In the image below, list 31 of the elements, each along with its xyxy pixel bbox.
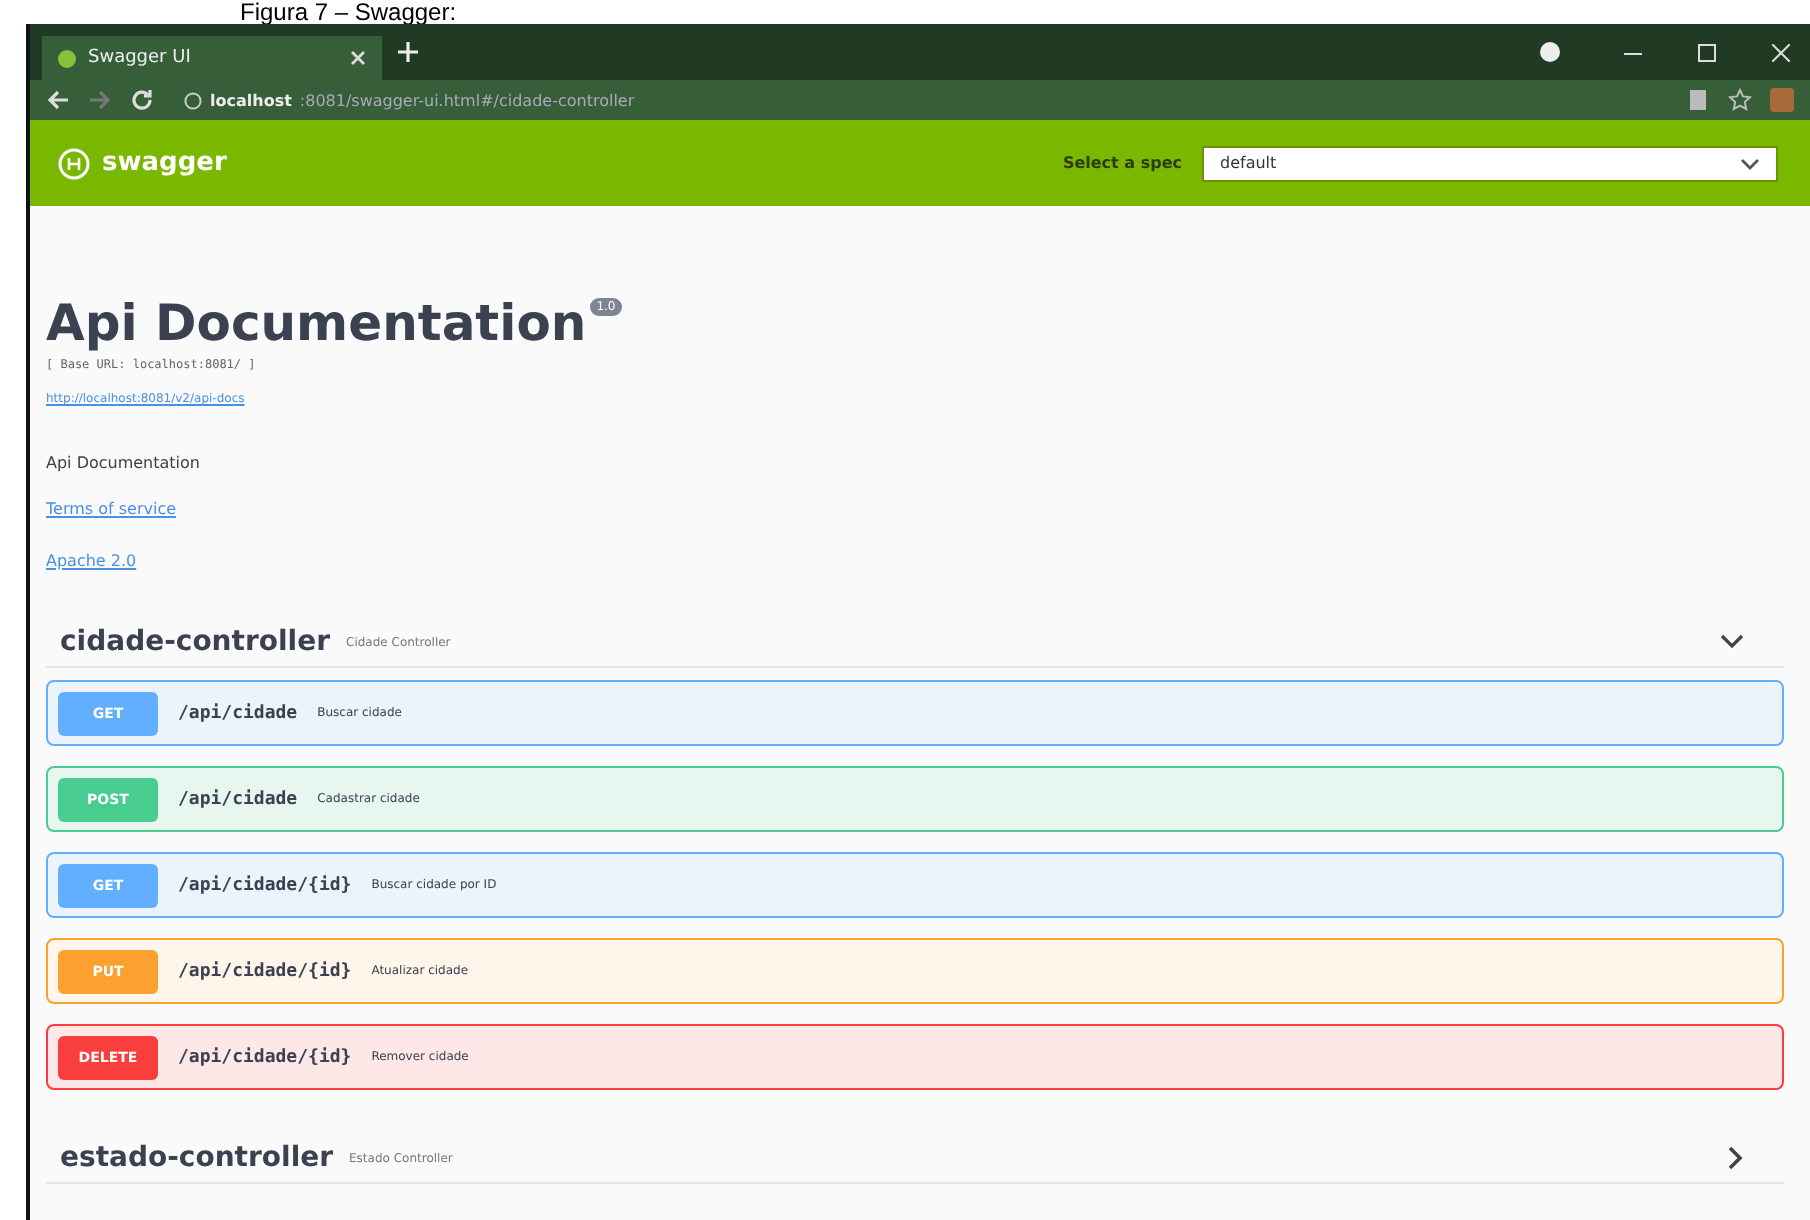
back-arrow-icon[interactable] (46, 88, 70, 112)
account-icon[interactable] (1540, 42, 1560, 62)
info-icon (184, 91, 202, 109)
operation-path: /api/cidade/{id} (178, 961, 352, 981)
figure-caption: Figura 7 – Swagger: (238, 0, 459, 24)
browser-tab[interactable]: Swagger UI (42, 36, 382, 80)
url-host: localhost (210, 91, 292, 109)
logo-icon (58, 147, 90, 179)
spec-label: Select a spec (1062, 154, 1182, 172)
favicon-icon (58, 49, 76, 67)
url-path: :8081/swagger-ui.html#/cidade-controller (299, 91, 635, 109)
section-name: estado-controller (60, 1142, 334, 1174)
star-icon[interactable] (1728, 88, 1752, 112)
chevron-right-icon (1728, 1146, 1744, 1170)
logo-text: swagger (102, 148, 227, 178)
api-title: Api Documentation (46, 294, 587, 354)
spec-select[interactable]: default (1202, 145, 1778, 181)
tab-title: Swagger UI (88, 48, 193, 68)
operation-path: /api/cidade (178, 703, 298, 723)
reload-icon[interactable] (130, 88, 154, 112)
section-name: cidade-controller (60, 626, 330, 658)
operation-path: /api/cidade (178, 789, 298, 809)
plus-icon[interactable] (398, 42, 418, 62)
close-icon[interactable] (350, 50, 366, 66)
bookmark-icon[interactable] (1686, 88, 1710, 112)
address-field[interactable]: localhost :8081/swagger-ui.html#/cidade-controller (172, 86, 1668, 114)
chevron-down-icon (1740, 157, 1760, 169)
operation-path: /api/cidade/{id} (178, 875, 352, 895)
operation-path: /api/cidade/{id} (178, 1047, 352, 1067)
api-description: Api Documentation (46, 454, 202, 472)
chevron-down-icon (1720, 634, 1744, 650)
